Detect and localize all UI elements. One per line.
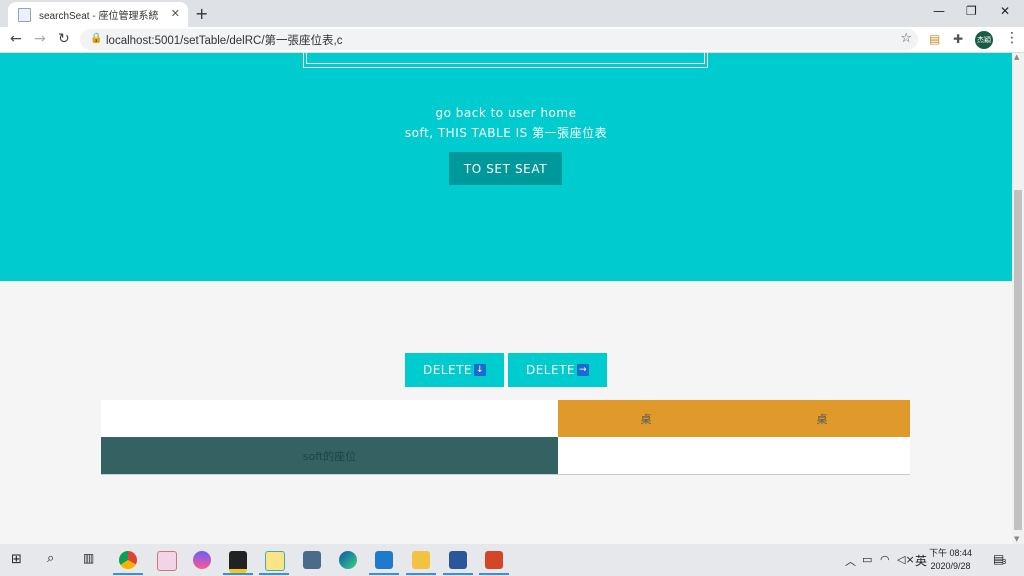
hero-frame-inner: [306, 53, 705, 64]
battery-icon[interactable]: ▭: [862, 553, 872, 566]
seat-cell-empty[interactable]: [101, 400, 558, 437]
lock-icon: 🔒: [90, 33, 103, 44]
chrome-icon[interactable]: [119, 551, 137, 569]
app-indicator: [406, 573, 436, 575]
windows-start-icon[interactable]: ⊞: [11, 552, 22, 567]
minimize-button[interactable]: —: [933, 4, 945, 18]
scroll-down-icon[interactable]: ▼: [1014, 535, 1019, 543]
table-label: soft, THIS TABLE IS 第一張座位表: [404, 126, 608, 140]
url-text[interactable]: localhost:5001/setTable/delRC/第一張座位表,c: [106, 32, 343, 48]
desk-cell[interactable]: 桌: [558, 400, 734, 437]
wifi-icon[interactable]: ◠: [880, 553, 890, 566]
forward-arrow-icon[interactable]: →: [34, 31, 46, 47]
task-view-icon[interactable]: ▥: [83, 551, 94, 565]
calculator-icon[interactable]: [303, 551, 321, 569]
profile-avatar[interactable]: 杰穎: [975, 31, 993, 49]
app-indicator: [479, 573, 509, 575]
new-tab-button[interactable]: +: [195, 4, 208, 23]
edge-icon[interactable]: [339, 551, 357, 569]
windows-taskbar: ⊞ ⌕ ▥ ︿ ▭ ◠ ◁× 英 下午 08:44 2020/9/28 ▤ 3: [0, 544, 1024, 576]
browser-tab[interactable]: searchSeat - 座位管理系統 ✕: [8, 2, 188, 27]
tab-strip: searchSeat - 座位管理系統 ✕ + — ❐ ✕: [0, 0, 1024, 27]
snipping-tool-icon[interactable]: [157, 551, 177, 571]
app-indicator: [369, 573, 399, 575]
notification-count: 3: [1002, 558, 1007, 566]
page-favicon-icon: [18, 7, 31, 22]
address-bar[interactable]: 🔒 localhost:5001/setTable/delRC/第一張座位表,c…: [80, 29, 918, 50]
extension-icon[interactable]: ▤: [929, 32, 940, 46]
scroll-up-icon[interactable]: ▲: [1014, 53, 1019, 61]
tab-close-icon[interactable]: ✕: [171, 7, 180, 20]
tab-title: searchSeat - 座位管理系統: [39, 11, 159, 22]
menu-kebab-icon[interactable]: ⋮: [1005, 30, 1019, 46]
to-set-seat-button[interactable]: TO SET SEAT: [449, 152, 562, 185]
hero-banner: go back to user home soft, THIS TABLE IS…: [0, 53, 1012, 281]
powerpoint-icon[interactable]: [485, 551, 503, 569]
system-clock[interactable]: 下午 08:44 2020/9/28: [929, 547, 972, 573]
clock-time: 下午 08:44: [929, 548, 973, 558]
volume-mute-icon[interactable]: ◁×: [897, 553, 915, 566]
vscode-icon[interactable]: [375, 551, 393, 569]
reload-icon[interactable]: ↻: [58, 31, 70, 47]
delete-column-button[interactable]: DELETE →: [508, 353, 607, 387]
app-indicator: [223, 573, 253, 575]
restore-button[interactable]: ❐: [966, 4, 977, 18]
delete-column-label: DELETE: [525, 363, 575, 377]
clock-date: 2020/9/28: [930, 561, 971, 571]
app-indicator: [443, 573, 473, 575]
browser-toolbar: ← → ↻ 🔒 localhost:5001/setTable/delRC/第一…: [0, 27, 1024, 53]
paint-icon[interactable]: [265, 551, 285, 571]
window-close-button[interactable]: ✕: [1000, 4, 1010, 18]
seat-cell-empty[interactable]: [558, 437, 910, 474]
word-icon[interactable]: [449, 551, 467, 569]
tray-chevron-icon[interactable]: ︿: [845, 553, 856, 569]
user-seat-cell[interactable]: soft的座位: [101, 437, 558, 474]
seat-table: 桌 桌 soft的座位: [101, 400, 910, 475]
page-viewport: go back to user home soft, THIS TABLE IS…: [0, 53, 1012, 544]
delete-row-label: DELETE: [422, 363, 472, 377]
puzzle-extensions-icon[interactable]: ✚: [953, 32, 963, 46]
sticky-notes-icon[interactable]: [229, 551, 247, 573]
page-scrollbar[interactable]: ▲ ▼: [1012, 53, 1024, 544]
file-explorer-icon[interactable]: [412, 551, 430, 569]
search-icon[interactable]: ⌕: [47, 551, 54, 566]
scrollbar-thumb[interactable]: [1014, 190, 1022, 530]
back-arrow-icon[interactable]: ←: [10, 31, 22, 47]
arrow-right-icon: →: [577, 364, 589, 376]
back-home-link[interactable]: go back to user home: [0, 106, 1012, 120]
delete-row-button[interactable]: DELETE ↓: [405, 353, 504, 387]
active-app-indicator: [113, 573, 143, 575]
bookmark-star-icon[interactable]: ☆: [900, 31, 912, 46]
app-indicator: [259, 573, 289, 575]
arrow-down-icon: ↓: [474, 364, 486, 376]
ime-indicator[interactable]: 英: [915, 552, 927, 569]
desk-cell[interactable]: 桌: [734, 400, 910, 437]
firefox-icon[interactable]: [193, 551, 211, 569]
